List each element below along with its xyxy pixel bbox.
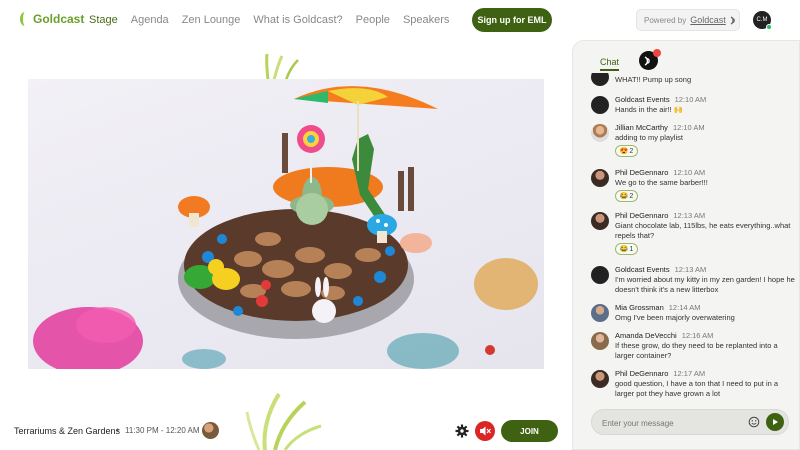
message-time: 12:10 AM [674, 95, 707, 104]
session-separator: • [116, 425, 120, 435]
avatar [591, 332, 609, 350]
message-time: 12:16 AM [681, 331, 714, 340]
nav-stage[interactable]: Stage [89, 14, 118, 26]
chat-input-bar [591, 409, 789, 435]
reaction-pill[interactable]: 😂 1 [615, 243, 638, 255]
reaction-pill[interactable]: 😂 2 [615, 190, 638, 202]
message-time: 12:14 AM [668, 303, 701, 312]
user-initials: C.M [756, 17, 768, 23]
terrarium-video-frame [33, 86, 538, 369]
reaction-count: 1 [629, 245, 634, 253]
top-nav-bar: Goldcast Stage Agenda Zen Lounge What is… [0, 0, 800, 40]
logo-text: Goldcast [33, 12, 85, 26]
powered-by-label: Powered by [644, 15, 687, 25]
reaction-emoji: 😍 [619, 148, 629, 155]
message-text: We go to the same barber!!! [615, 178, 708, 187]
chat-message-input[interactable] [602, 415, 742, 431]
tab-goldcast-events[interactable] [639, 49, 661, 70]
sender-name: Phil DeGennaro [615, 369, 669, 378]
chat-tabs: Chat [573, 41, 799, 71]
sender-name: Jillian McCarthy [615, 123, 668, 132]
message-meta: Phil DeGennaro 12:13 AM [615, 211, 705, 220]
avatar [591, 73, 609, 86]
avatar [591, 96, 609, 114]
join-button[interactable]: JOIN [501, 420, 558, 442]
avatar [591, 124, 609, 142]
stage-video-player[interactable] [28, 79, 544, 369]
send-arrow-icon [773, 419, 778, 425]
message-text: If these grow, do they need to be replan… [615, 341, 778, 360]
send-message-button[interactable] [766, 413, 784, 431]
nav-agenda[interactable]: Agenda [131, 14, 169, 26]
message-meta: Jillian McCarthy 12:10 AM [615, 123, 705, 132]
event-page: Goldcast Stage Agenda Zen Lounge What is… [0, 0, 800, 450]
sender-name: Mia Grossman [615, 303, 664, 312]
avatar [591, 212, 609, 230]
nav-what-is-goldcast[interactable]: What is Goldcast? [253, 14, 342, 26]
online-status-dot [766, 24, 772, 30]
tab-chat[interactable]: Chat [600, 57, 620, 71]
settings-gear-icon[interactable] [455, 424, 469, 438]
reaction-emoji: 😂 [619, 246, 629, 253]
session-time: 11:30 PM - 12:20 AM [125, 426, 200, 435]
message-meta: Mia Grossman 12:14 AM [615, 303, 700, 312]
nav-zen-lounge[interactable]: Zen Lounge [182, 14, 241, 26]
grass-decoration-top [265, 53, 299, 80]
avatar [591, 370, 609, 388]
session-bar: Terrariums & Zen Gardens • 11:30 PM - 12… [0, 418, 570, 446]
nav-speakers[interactable]: Speakers [403, 14, 449, 26]
message-time: 12:17 AM [673, 369, 706, 378]
message-time: 12:13 AM [674, 265, 707, 274]
speaker-avatar[interactable] [202, 422, 219, 439]
speaker-muted-icon [479, 426, 491, 436]
main-nav: Stage Agenda Zen Lounge What is Goldcast… [89, 14, 462, 26]
message-text: Omg I've been majorly overwatering [615, 313, 735, 322]
reaction-count: 2 [629, 192, 634, 200]
sender-name: Phil DeGennaro [615, 168, 669, 177]
message-meta: Goldcast Events 12:10 AM [615, 95, 706, 104]
message-meta: Phil DeGennaro 12:10 AM [615, 168, 705, 177]
sender-name: Goldcast Events [615, 265, 670, 274]
avatar [591, 304, 609, 322]
nav-people[interactable]: People [356, 14, 390, 26]
message-meta: Phil DeGennaro 12:17 AM [615, 369, 705, 378]
chat-message-list[interactable]: WHAT!! Pump up song Goldcast Events 12:10… [573, 73, 799, 405]
user-avatar[interactable]: C.M [753, 11, 772, 30]
message-time: 12:13 AM [673, 211, 706, 220]
message-text: good question, I have a ton that I need … [615, 379, 779, 398]
chat-panel: Chat WHAT!! Pump up song Goldcast Events… [572, 40, 800, 450]
avatar [591, 169, 609, 187]
emoji-picker-icon[interactable] [748, 416, 760, 428]
message-text: Giant chocolate lab, 115lbs, he eats eve… [615, 221, 791, 240]
powered-by-badge[interactable]: Powered by Goldcast [636, 9, 740, 31]
message-time: 12:10 AM [673, 168, 706, 177]
reaction-emoji: 😂 [619, 193, 629, 200]
reaction-count: 2 [629, 147, 634, 155]
reaction-pill[interactable]: 😍 2 [615, 145, 638, 157]
goldcast-mark-icon [644, 55, 650, 66]
message-text: I'm worried about my kitty in my zen gar… [615, 275, 795, 294]
avatar [591, 266, 609, 284]
session-title: Terrariums & Zen Gardens [14, 426, 121, 436]
message-meta: Amanda DeVecchi 12:16 AM [615, 331, 713, 340]
message-text: WHAT!! Pump up song [615, 75, 692, 84]
sender-name: Amanda DeVecchi [615, 331, 677, 340]
goldcast-logo-icon [20, 12, 30, 26]
mute-audio-button[interactable] [475, 421, 495, 441]
sender-name: Phil DeGennaro [615, 211, 669, 220]
message-text: adding to my playlist [615, 133, 683, 142]
signup-button[interactable]: Sign up for EML [472, 8, 552, 32]
message-time: 12:10 AM [672, 123, 705, 132]
message-meta: Goldcast Events 12:13 AM [615, 265, 706, 274]
message-text: Hands in the air!! 🙌 [615, 105, 684, 114]
goldcast-logo[interactable]: Goldcast [20, 12, 84, 26]
goldcast-mark-icon [730, 15, 735, 25]
notification-badge [653, 49, 661, 57]
powered-by-brand: Goldcast [690, 15, 726, 25]
sender-name: Goldcast Events [615, 95, 670, 104]
